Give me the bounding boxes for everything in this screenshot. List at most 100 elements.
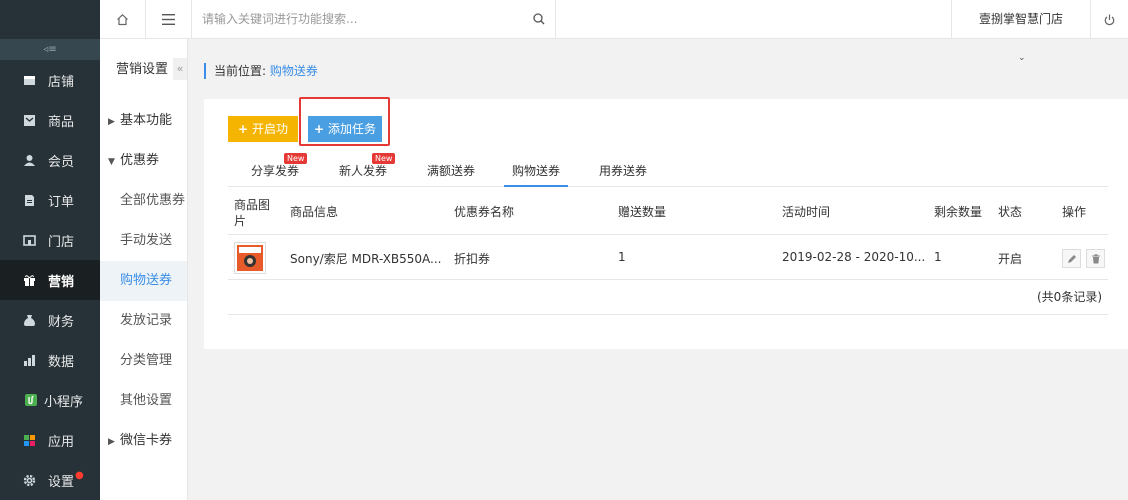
product-thumbnail[interactable] <box>234 242 266 274</box>
caret-down-icon: ▼ <box>108 157 115 167</box>
subnav-item-manual-send[interactable]: 手动发送 <box>100 221 187 261</box>
sidebar-item-label: 应用 <box>48 434 75 450</box>
highlight-box <box>299 97 390 146</box>
goods-icon <box>22 113 36 127</box>
chevron-down-icon[interactable]: ⌄ <box>1018 53 1026 63</box>
activity-time: 2019-02-28 - 2020-10... <box>782 250 926 264</box>
subnav-item-other-settings[interactable]: 其他设置 <box>100 381 187 421</box>
sidebar-item-shop[interactable]: 门店 <box>0 220 100 260</box>
sidebar-item-member[interactable]: 会员 <box>0 140 100 180</box>
trash-icon <box>1091 253 1101 264</box>
shop-icon <box>22 233 36 247</box>
sidebar-item-store[interactable]: 店铺 <box>0 60 100 100</box>
sidebar-item-label: 营销 <box>48 274 75 290</box>
column-header: 剩余数量 <box>934 205 983 219</box>
bar-chart-icon <box>22 353 36 367</box>
coupon-name: 折扣券 <box>454 252 491 266</box>
gear-icon <box>22 473 36 487</box>
sidebar-item-label: 门店 <box>48 234 75 250</box>
sidebar-item-mini-program[interactable]: 小程序 <box>0 380 100 420</box>
sidebar-item-label: 数据 <box>48 354 75 370</box>
secondary-nav: 营销设置 « ▶ 基本功能 ▼ 优惠券 全部优惠券 手动发送 购物送券 发放记录 分… <box>100 39 188 500</box>
product-info[interactable]: Sony/索尼 MDR-XB550A... <box>290 250 442 267</box>
collapse-nav-button[interactable]: « <box>173 58 187 80</box>
delete-button[interactable] <box>1086 249 1105 268</box>
tab-newcomer-coupon[interactable]: 新人发券 New <box>334 153 396 187</box>
logout-button[interactable] <box>1091 0 1128 39</box>
sidebar-item-finance[interactable]: 财务 <box>0 300 100 340</box>
tab-use-coupon[interactable]: 用券送券 <box>594 159 652 187</box>
table-header: 商品图片 商品信息 优惠券名称 赠送数量 活动时间 剩余数量 状态 操作 <box>228 191 1108 235</box>
edit-icon <box>1067 254 1077 264</box>
hamburger-icon <box>162 13 175 25</box>
tab-full-amount-coupon[interactable]: 满额送券 <box>422 159 480 187</box>
column-header: 商品信息 <box>290 205 339 219</box>
search-icon[interactable] <box>533 13 545 25</box>
menu-toggle-button[interactable] <box>146 0 192 39</box>
order-icon <box>22 193 36 207</box>
sidebar-item-marketing[interactable]: 营销 <box>0 260 100 300</box>
breadcrumb-current[interactable]: 购物送券 <box>270 64 318 78</box>
column-header: 状态 <box>998 205 1023 219</box>
sidebar-item-order[interactable]: 订单 <box>0 180 100 220</box>
column-header: 操作 <box>1062 205 1087 219</box>
subnav-group-basic[interactable]: ▶ 基本功能 <box>100 101 187 141</box>
top-header: 壹捌掌智慧门店 <box>100 0 1128 39</box>
sidebar-item-settings[interactable]: 设置 ● <box>0 460 100 500</box>
sidebar-item-apps[interactable]: 应用 <box>0 420 100 460</box>
column-header: 优惠券名称 <box>454 205 515 219</box>
new-badge: New <box>284 153 308 164</box>
sidebar-item-label: 店铺 <box>48 74 75 90</box>
subnav-item-category-manage[interactable]: 分类管理 <box>100 341 187 381</box>
sidebar-item-label: 订单 <box>48 194 75 210</box>
sidebar-item-label: 小程序 <box>44 394 84 410</box>
member-icon <box>22 153 36 167</box>
notification-dot: ● <box>75 469 84 481</box>
sidebar-item-data[interactable]: 数据 <box>0 340 100 380</box>
caret-right-icon: ▶ <box>108 117 115 127</box>
gift-icon <box>22 273 36 287</box>
main-content: 当前位置: 购物送券 ⌄ + 开启功能 + 添加任务 分享发券 New 新人发券… <box>188 39 1128 500</box>
caret-right-icon: ▶ <box>108 437 115 447</box>
column-header: 活动时间 <box>782 205 831 219</box>
mini-program-icon <box>24 393 38 407</box>
sidebar-toggle[interactable]: ◃≡ <box>0 39 100 60</box>
gift-quantity: 1 <box>618 250 626 264</box>
subnav-item-all-coupons[interactable]: 全部优惠券 <box>100 181 187 221</box>
enable-feature-button[interactable]: + 开启功能 <box>228 116 298 162</box>
money-bag-icon <box>22 313 36 327</box>
new-badge: New <box>372 153 396 164</box>
subnav-group-wechat-card[interactable]: ▶ 微信卡券 <box>100 421 187 461</box>
subnav-group-coupon[interactable]: ▼ 优惠券 <box>100 141 187 181</box>
search-bar <box>192 0 556 39</box>
subnav-item-issue-records[interactable]: 发放记录 <box>100 301 187 341</box>
edit-button[interactable] <box>1062 249 1081 268</box>
home-icon <box>116 13 129 26</box>
status-value: 开启 <box>998 252 1023 266</box>
column-header: 商品图片 <box>234 198 271 228</box>
apps-icon <box>22 433 36 447</box>
store-icon <box>22 73 36 87</box>
main-sidebar: ◃≡ 店铺 商品 会员 订单 门店 营销 财务 数据 小程序 应用 设置 ● <box>0 0 100 500</box>
breadcrumb: 当前位置: 购物送券 <box>204 63 318 79</box>
subnav-item-shopping-coupon[interactable]: 购物送券 <box>100 261 187 301</box>
sidebar-item-label: 会员 <box>48 154 75 170</box>
store-name-menu[interactable]: 壹捌掌智慧门店 <box>951 0 1091 39</box>
home-button[interactable] <box>100 0 146 39</box>
column-header: 赠送数量 <box>618 205 667 219</box>
search-input[interactable] <box>202 12 512 26</box>
sidebar-item-goods[interactable]: 商品 <box>0 100 100 140</box>
tab-share-coupon[interactable]: 分享发券 New <box>246 153 308 187</box>
sidebar-item-label: 设置 <box>48 474 75 490</box>
tab-bar: 分享发券 New 新人发券 New 满额送券 购物送券 用券送券 <box>228 153 1108 187</box>
sidebar-item-label: 商品 <box>48 114 75 130</box>
record-count: (共0条记录) <box>228 281 1108 315</box>
content-panel: + 开启功能 + 添加任务 分享发券 New 新人发券 New 满额送券 购物送… <box>204 97 1128 349</box>
tab-shopping-coupon[interactable]: 购物送券 <box>504 159 568 187</box>
table-row: Sony/索尼 MDR-XB550A... 折扣券 1 2019-02-28 -… <box>228 236 1108 280</box>
sidebar-item-label: 财务 <box>48 314 75 330</box>
remaining-quantity: 1 <box>934 250 942 264</box>
breadcrumb-prefix: 当前位置: <box>214 64 267 78</box>
power-icon <box>1104 14 1115 26</box>
sidebar-logo-area <box>0 0 100 39</box>
